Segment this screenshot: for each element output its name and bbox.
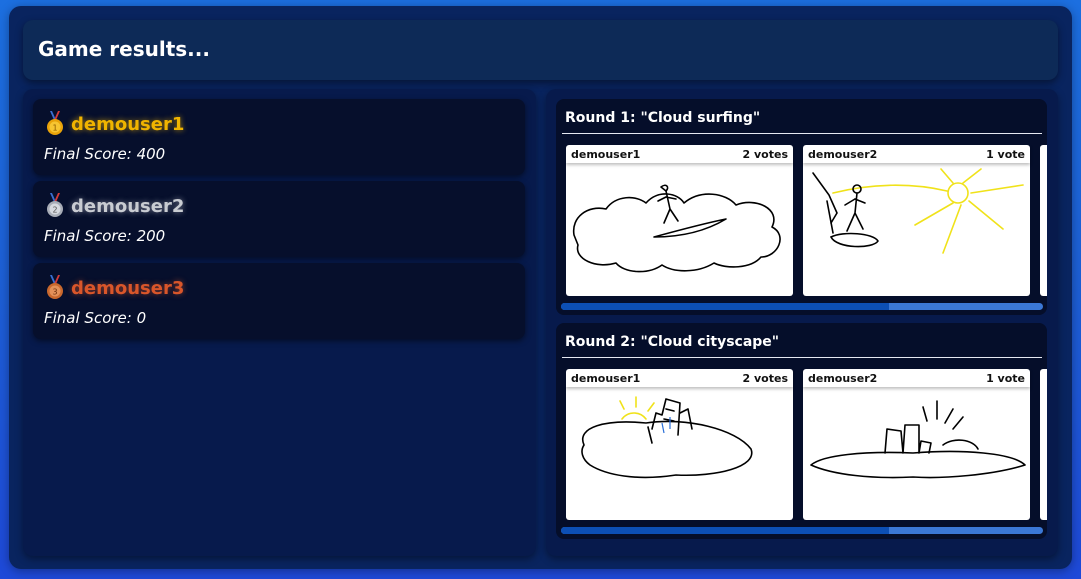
round-title: Round 2: "Cloud cityscape" xyxy=(565,334,780,350)
progress-fill xyxy=(561,303,889,310)
page-title: Game results... xyxy=(38,37,210,61)
vote-count: 2 votes xyxy=(742,372,788,385)
vote-count: 2 votes xyxy=(742,148,788,161)
player-name: demouser3 xyxy=(71,277,185,299)
player-score-card: 1 demouser1 Final Score: 400 xyxy=(33,99,525,175)
vote-count: 1 vote xyxy=(986,372,1025,385)
drawing-author: demouser2 xyxy=(808,372,878,385)
cloud-cityscape-drawing xyxy=(810,400,1026,479)
divider xyxy=(562,133,1042,134)
cloud-cityscape-drawing xyxy=(581,396,753,479)
drawing-card[interactable] xyxy=(1040,145,1047,296)
carousel-progress xyxy=(561,527,1043,534)
player-score-card: 2 demouser2 Final Score: 200 xyxy=(33,181,525,257)
drawing-card[interactable]: demouser2 1 vote xyxy=(803,145,1030,296)
drawing-card[interactable]: demouser1 2 votes xyxy=(566,369,793,520)
final-score: Final Score: 400 xyxy=(44,145,166,163)
cloud-surfing-drawing xyxy=(812,168,1024,254)
round-section: Round 2: "Cloud cityscape" demouser1 2 v… xyxy=(556,323,1047,539)
player-name: demouser2 xyxy=(71,195,185,217)
svg-text:2: 2 xyxy=(52,206,57,215)
round-section: Round 1: "Cloud surfing" demouser1 2 vot… xyxy=(556,99,1047,315)
drawing-author: demouser1 xyxy=(571,148,641,161)
drawing-card[interactable] xyxy=(1040,369,1047,520)
bronze-medal-icon: 3 xyxy=(47,275,63,299)
final-score: Final Score: 0 xyxy=(44,309,147,327)
drawing-author: demouser2 xyxy=(808,148,878,161)
player-name: demouser1 xyxy=(71,113,185,135)
carousel-progress xyxy=(561,303,1043,310)
vote-count: 1 vote xyxy=(986,148,1025,161)
rounds-panel[interactable]: Round 1: "Cloud surfing" demouser1 2 vot… xyxy=(546,89,1058,556)
drawings-carousel[interactable]: demouser1 2 votes demouser2 1 vote xyxy=(566,145,1047,297)
svg-text:3: 3 xyxy=(52,288,57,297)
drawing-author: demouser1 xyxy=(571,372,641,385)
drawings-carousel[interactable]: demouser1 2 votes demouser2 1 vote xyxy=(566,369,1047,521)
leaderboard-panel: 1 demouser1 Final Score: 400 2 demouser2… xyxy=(23,89,536,556)
divider xyxy=(562,357,1042,358)
player-score-card: 3 demouser3 Final Score: 0 xyxy=(33,263,525,339)
results-header: Game results... xyxy=(23,20,1058,80)
round-title: Round 1: "Cloud surfing" xyxy=(565,110,761,126)
drawing-card[interactable]: demouser1 2 votes xyxy=(566,145,793,296)
progress-fill xyxy=(561,527,889,534)
svg-text:1: 1 xyxy=(52,124,57,133)
drawing-card[interactable]: demouser2 1 vote xyxy=(803,369,1030,520)
cloud-surfing-drawing xyxy=(572,184,781,273)
gold-medal-icon: 1 xyxy=(47,111,63,135)
final-score: Final Score: 200 xyxy=(44,227,166,245)
silver-medal-icon: 2 xyxy=(47,193,63,217)
